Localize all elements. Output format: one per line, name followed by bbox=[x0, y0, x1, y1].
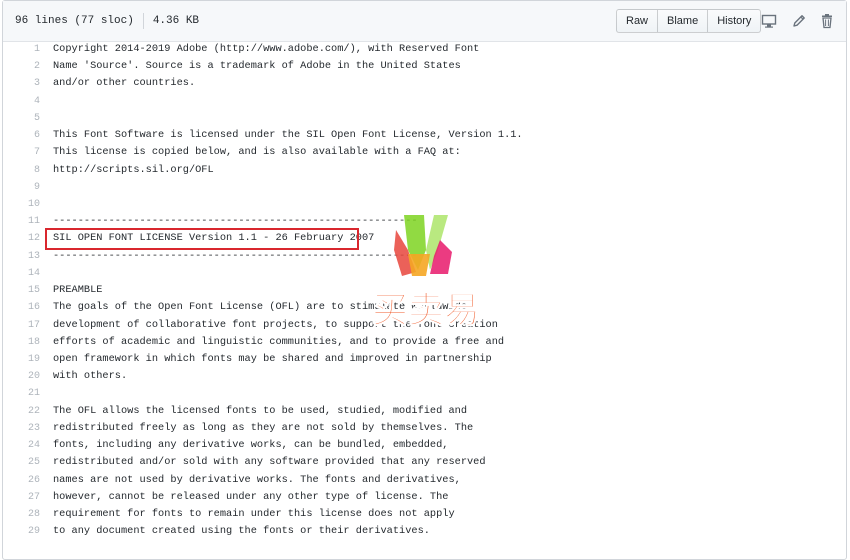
line-content: PREAMBLE bbox=[53, 284, 103, 297]
line-content: Copyright 2014-2019 Adobe (http://www.ad… bbox=[53, 43, 480, 55]
code-line: 28 requirement for fonts to remain under … bbox=[3, 506, 846, 523]
watermark-emblem-icon bbox=[394, 215, 452, 276]
line-content: This Font Software is licensed under the… bbox=[53, 129, 523, 142]
code-line: 21 bbox=[3, 385, 846, 402]
line-number[interactable]: 23 bbox=[3, 420, 40, 437]
line-number[interactable]: 24 bbox=[3, 437, 40, 454]
line-number[interactable]: 7 bbox=[3, 144, 40, 161]
line-number[interactable]: 21 bbox=[3, 385, 40, 402]
file-size: 4.36 KB bbox=[152, 15, 200, 27]
line-number[interactable]: 5 bbox=[3, 110, 40, 127]
history-button[interactable]: History bbox=[708, 9, 762, 33]
line-number[interactable]: 20 bbox=[3, 368, 40, 385]
line-number[interactable]: 22 bbox=[3, 403, 40, 420]
file-header: 96 lines (77 sloc) 4.36 KB Raw Blame His… bbox=[3, 1, 846, 42]
line-content: This license is copied below, and is als… bbox=[53, 146, 461, 159]
code-line: 1 Copyright 2014-2019 Adobe (http://www.a… bbox=[3, 41, 846, 58]
pencil-icon[interactable] bbox=[791, 13, 807, 29]
info-divider bbox=[142, 13, 144, 29]
code-line: 27 however, cannot be released under any … bbox=[3, 489, 846, 506]
line-content: however, cannot be released under any ot… bbox=[53, 490, 449, 503]
code-line: 24 fonts, including any derivative works,… bbox=[3, 437, 846, 454]
line-content: to any document created using the fonts … bbox=[53, 525, 430, 538]
line-number[interactable]: 29 bbox=[3, 523, 40, 540]
line-content: redistributed and/or sold with any softw… bbox=[53, 456, 486, 469]
line-number[interactable]: 25 bbox=[3, 454, 40, 471]
line-number[interactable]: 2 bbox=[3, 58, 40, 75]
watermark-logo: 买卖易 bbox=[371, 215, 481, 332]
line-number[interactable]: 19 bbox=[3, 351, 40, 368]
line-content: redistributed freely as long as they are… bbox=[53, 421, 474, 434]
line-number[interactable]: 18 bbox=[3, 334, 40, 351]
line-number[interactable]: 9 bbox=[3, 179, 40, 196]
line-number[interactable]: 1 bbox=[3, 41, 40, 58]
code-line: 25 redistributed and/or sold with any sof… bbox=[3, 454, 846, 471]
code-line: 4 bbox=[3, 93, 846, 110]
line-count: 96 lines (77 sloc) bbox=[15, 15, 134, 27]
blame-button[interactable]: Blame bbox=[658, 9, 709, 33]
line-number[interactable]: 6 bbox=[3, 127, 40, 144]
line-number[interactable]: 12 bbox=[3, 230, 40, 247]
line-content: open framework in which fonts may be sha… bbox=[53, 352, 492, 365]
code-line: 2 Name 'Source'. Source is a trademark of… bbox=[3, 58, 846, 75]
line-number[interactable]: 15 bbox=[3, 282, 40, 299]
line-number[interactable]: 27 bbox=[3, 489, 40, 506]
code-line: 26 names are not used by derivative works… bbox=[3, 472, 846, 489]
code-line: 29 to any document created using the font… bbox=[3, 523, 846, 540]
file-actions: Raw Blame History bbox=[616, 9, 762, 33]
line-number[interactable]: 3 bbox=[3, 75, 40, 92]
line-content: and/or other countries. bbox=[53, 77, 196, 90]
code-line: 22 The OFL allows the licensed fonts to b… bbox=[3, 403, 846, 420]
trash-icon[interactable] bbox=[819, 13, 835, 29]
watermark-text: 买卖易 bbox=[372, 290, 480, 331]
line-number[interactable]: 14 bbox=[3, 265, 40, 282]
line-number[interactable]: 4 bbox=[3, 93, 40, 110]
line-number[interactable]: 11 bbox=[3, 213, 40, 230]
line-content: names are not used by derivative works. … bbox=[53, 473, 461, 486]
code-line: 23 redistributed freely as long as they a… bbox=[3, 420, 846, 437]
line-content: fonts, including any derivative works, c… bbox=[53, 439, 449, 452]
code-line: 18 efforts of academic and linguistic com… bbox=[3, 334, 846, 351]
raw-button[interactable]: Raw bbox=[616, 9, 659, 33]
code-line: 6 This Font Software is licensed under th… bbox=[3, 127, 846, 144]
code-line: 19 open framework in which fonts may be s… bbox=[3, 351, 846, 368]
code-line: 5 bbox=[3, 110, 846, 127]
line-number[interactable]: 26 bbox=[3, 472, 40, 489]
line-number[interactable]: 8 bbox=[3, 162, 40, 179]
code-line: 9 bbox=[3, 179, 846, 196]
code-line: 3 and/or other countries. bbox=[3, 75, 846, 92]
file-info: 96 lines (77 sloc) 4.36 KB bbox=[15, 13, 199, 29]
code-line: 7 This license is copied below, and is al… bbox=[3, 144, 846, 161]
highlight-annotation bbox=[45, 228, 359, 250]
code-line: 20 with others. bbox=[3, 368, 846, 385]
line-number[interactable]: 16 bbox=[3, 299, 40, 316]
line-number[interactable]: 17 bbox=[3, 317, 40, 334]
line-content: The OFL allows the licensed fonts to be … bbox=[53, 404, 468, 417]
line-content: efforts of academic and linguistic commu… bbox=[53, 335, 505, 348]
code-line: 8 http://scripts.sil.org/OFL bbox=[3, 162, 846, 179]
line-content: Name 'Source'. Source is a trademark of … bbox=[53, 60, 461, 73]
line-content: with others. bbox=[53, 370, 128, 383]
line-number[interactable]: 28 bbox=[3, 506, 40, 523]
line-content: http://scripts.sil.org/OFL bbox=[53, 163, 214, 176]
desktop-icon[interactable] bbox=[761, 13, 777, 29]
line-content: requirement for fonts to remain under th… bbox=[53, 507, 455, 520]
line-number[interactable]: 10 bbox=[3, 196, 40, 213]
line-number[interactable]: 13 bbox=[3, 248, 40, 265]
